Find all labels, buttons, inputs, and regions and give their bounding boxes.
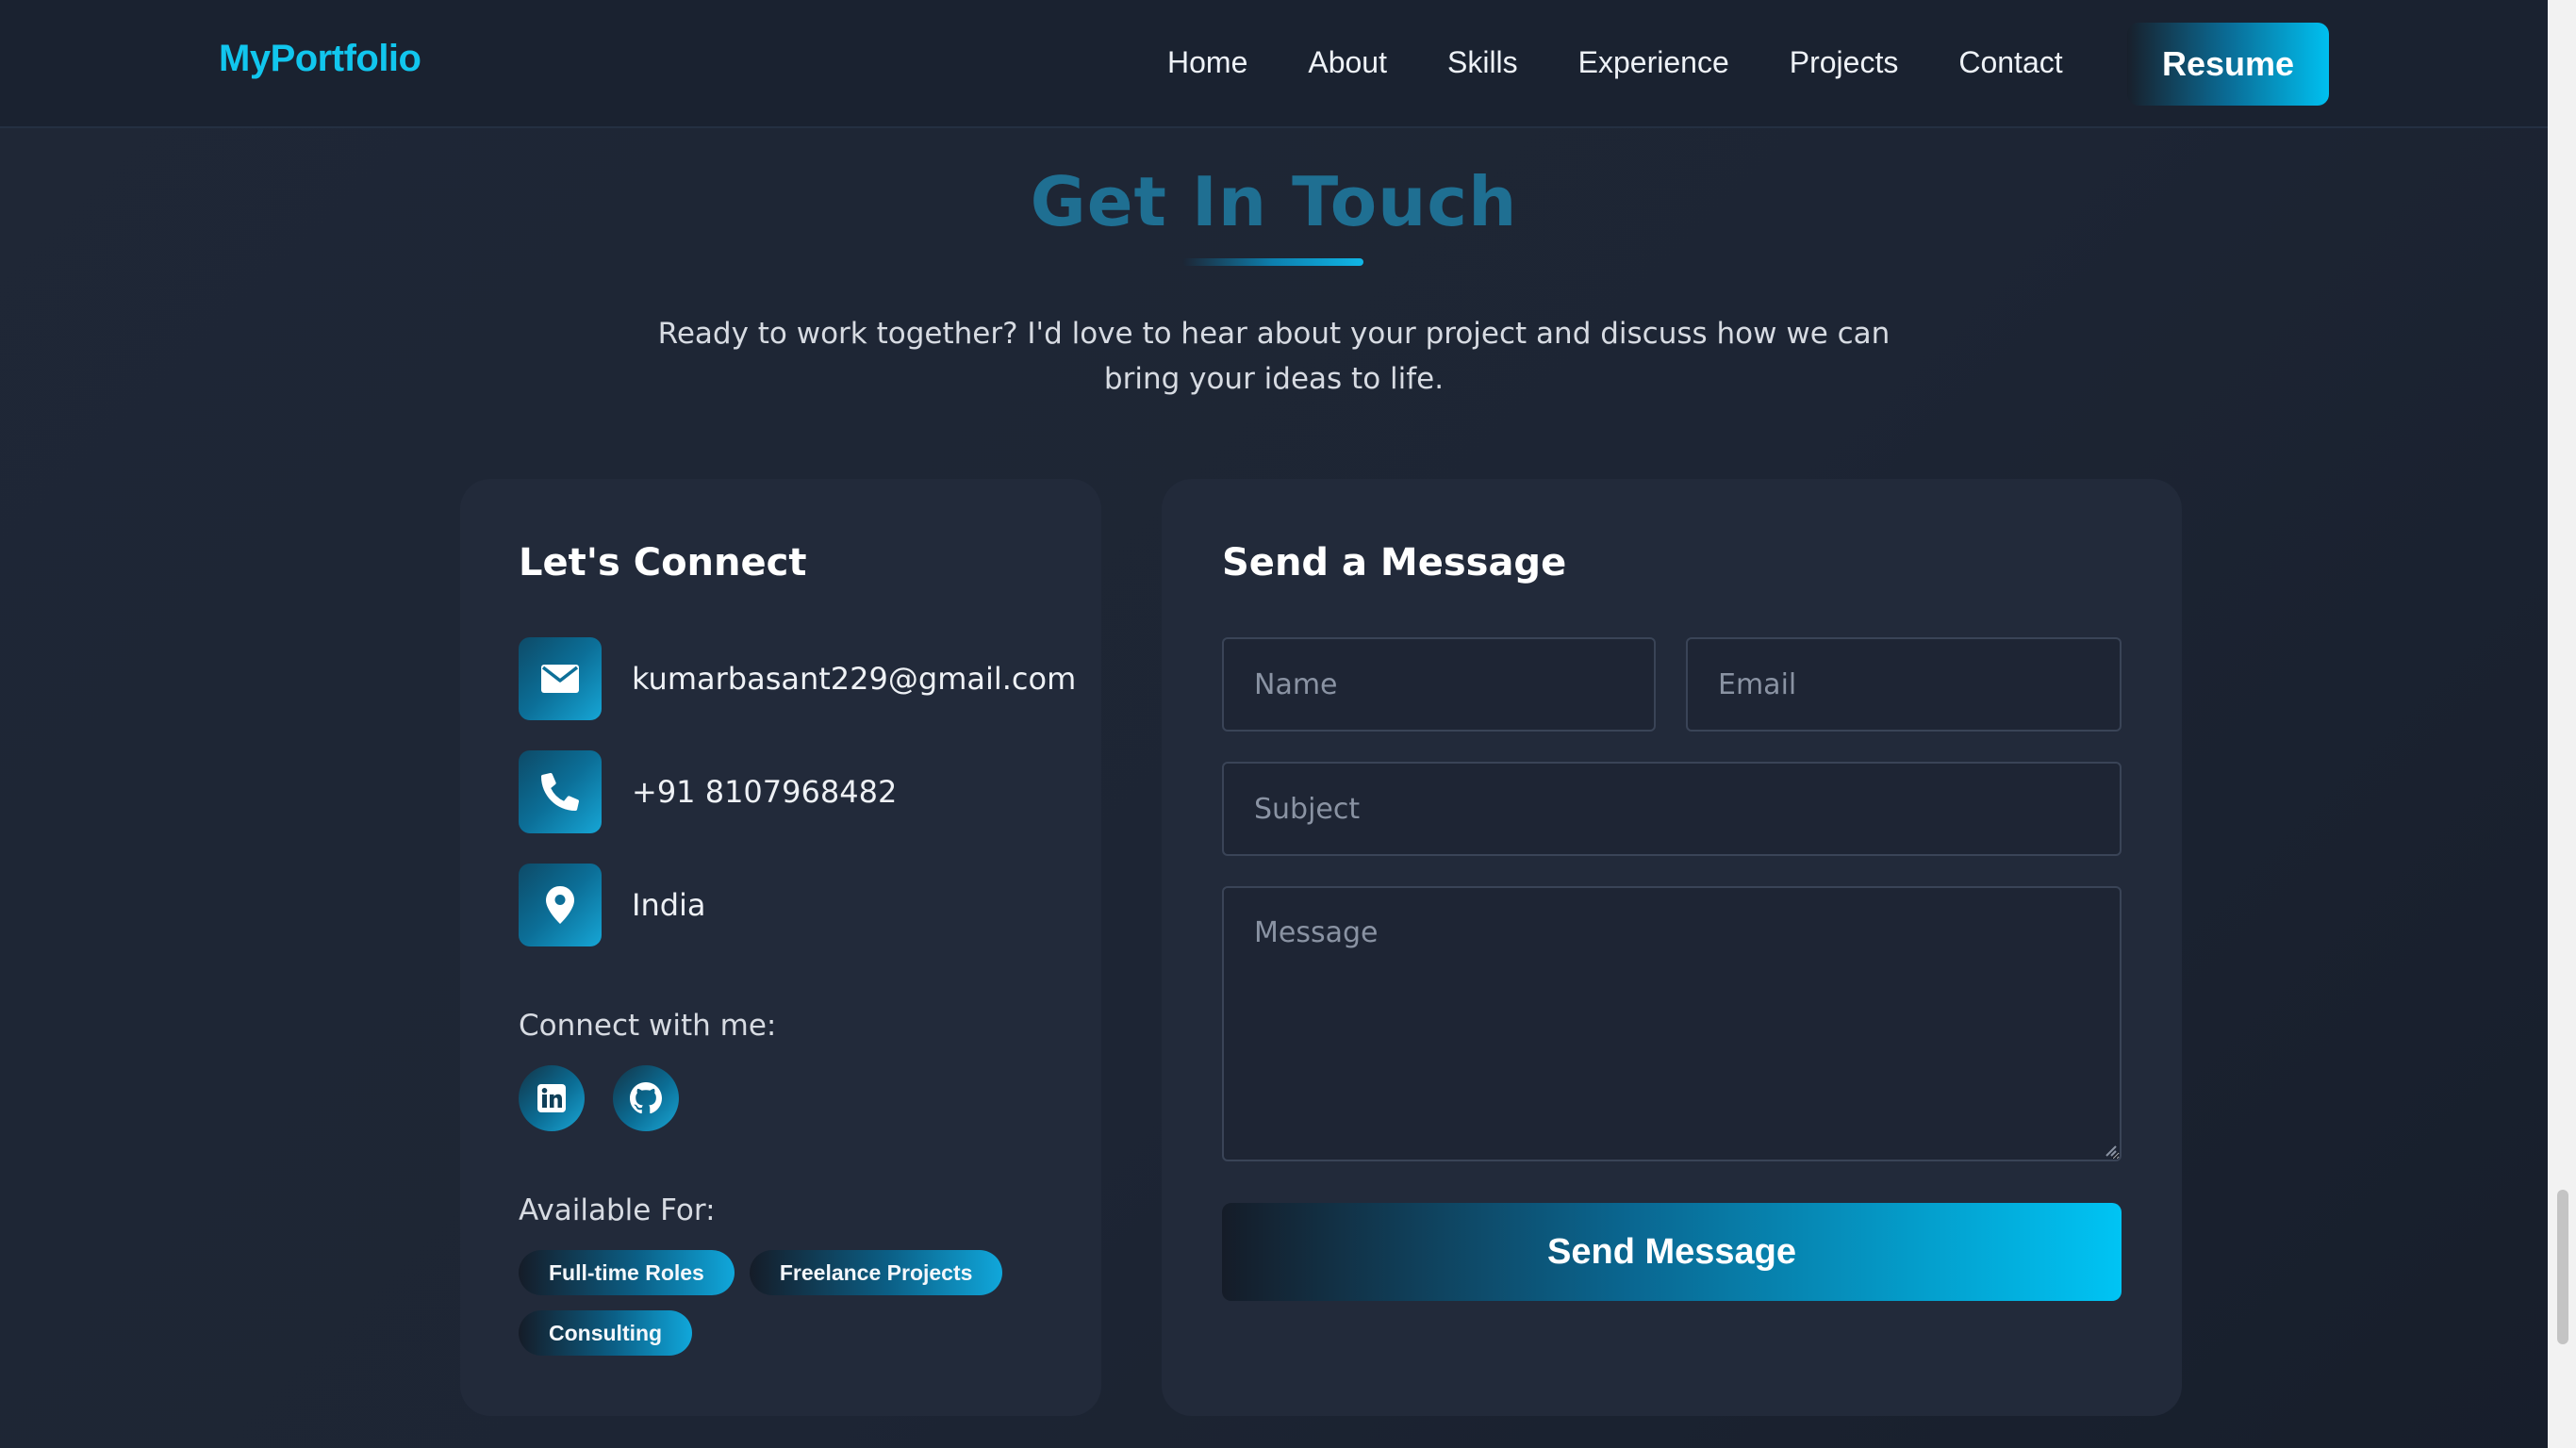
- brand-logo[interactable]: MyPortfolio: [219, 38, 421, 80]
- nav-link-contact[interactable]: Contact: [1958, 43, 2062, 81]
- github-icon[interactable]: [613, 1065, 679, 1131]
- section-intro: Ready to work together? I'd love to hear…: [657, 317, 1891, 396]
- tag-consulting: Consulting: [519, 1310, 693, 1356]
- availability-tags: Full-time Roles Freelance Projects Consu…: [519, 1250, 1084, 1356]
- navbar: MyPortfolio Home About Skills Experience…: [0, 0, 2548, 128]
- nav-link-home[interactable]: Home: [1167, 43, 1247, 81]
- social-links: [519, 1065, 679, 1131]
- map-pin-icon: [519, 864, 602, 946]
- contact-email[interactable]: kumarbasant229@gmail.com: [632, 661, 1076, 697]
- nav-link-about[interactable]: About: [1308, 43, 1387, 81]
- phone-icon: [519, 750, 602, 833]
- nav-link-experience[interactable]: Experience: [1578, 43, 1729, 81]
- vertical-scrollbar[interactable]: [2548, 0, 2576, 1448]
- name-input[interactable]: [1222, 637, 1656, 732]
- message-card: Send a Message Send Message: [1162, 479, 2182, 1416]
- contact-location-row: India: [519, 864, 706, 946]
- resume-button[interactable]: Resume: [2127, 23, 2329, 106]
- contact-email-row: kumarbasant229@gmail.com: [519, 637, 1076, 720]
- tag-full-time: Full-time Roles: [519, 1250, 735, 1295]
- nav-links: Home About Skills Experience Projects Co…: [1167, 43, 2063, 81]
- contact-phone[interactable]: +91 8107968482: [632, 774, 897, 810]
- linkedin-icon[interactable]: [519, 1065, 585, 1131]
- resize-grip-icon[interactable]: [2101, 1141, 2118, 1158]
- contact-location: India: [632, 887, 706, 923]
- tag-freelance: Freelance Projects: [749, 1250, 1003, 1295]
- scrollbar-thumb[interactable]: [2557, 1190, 2568, 1344]
- section-title: Get In Touch: [1030, 162, 1518, 241]
- page: MyPortfolio Home About Skills Experience…: [0, 0, 2548, 1448]
- connect-title: Let's Connect: [519, 541, 807, 584]
- social-label: Connect with me:: [519, 1009, 777, 1043]
- envelope-icon: [519, 637, 602, 720]
- title-underline: [1182, 258, 1363, 266]
- available-label: Available For:: [519, 1193, 716, 1227]
- subject-input[interactable]: [1222, 762, 2122, 856]
- form-title: Send a Message: [1222, 541, 1567, 584]
- email-input[interactable]: [1686, 637, 2122, 732]
- message-textarea[interactable]: [1222, 886, 2122, 1161]
- connect-card: Let's Connect kumarbasant229@gmail.com +…: [460, 479, 1101, 1416]
- nav-link-projects[interactable]: Projects: [1790, 43, 1899, 81]
- contact-phone-row: +91 8107968482: [519, 750, 897, 833]
- nav-link-skills[interactable]: Skills: [1447, 43, 1518, 81]
- send-message-button[interactable]: Send Message: [1222, 1203, 2122, 1301]
